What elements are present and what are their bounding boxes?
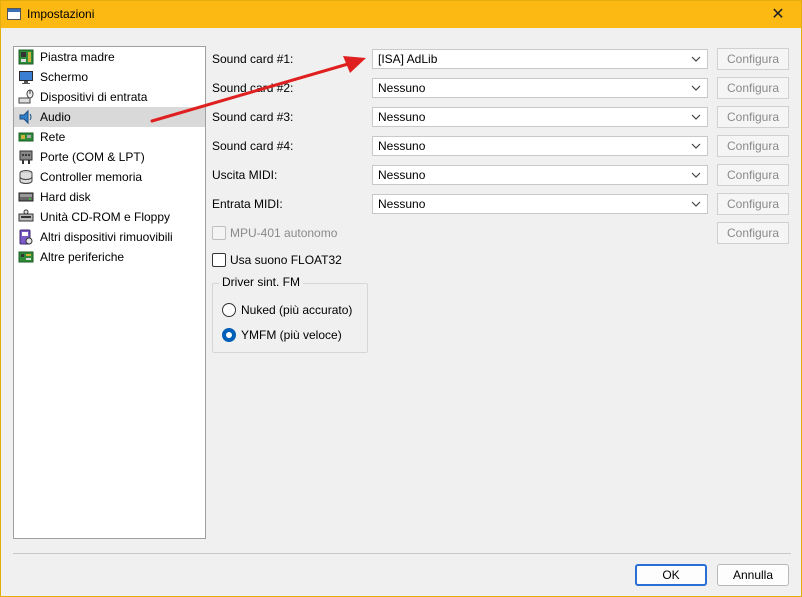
window-app-icon <box>7 8 21 20</box>
sound-card-2-value: Nessuno <box>378 81 426 95</box>
sound-card-3-value: Nessuno <box>378 110 426 124</box>
storage-controller-icon <box>18 169 34 185</box>
title-bar[interactable]: Impostazioni ✕ <box>1 1 801 28</box>
sound-card-4-configure-button[interactable]: Configura <box>717 135 789 157</box>
float32-label: Usa suono FLOAT32 <box>230 253 342 267</box>
ok-button[interactable]: OK <box>635 564 707 586</box>
fm-driver-group <box>212 283 368 353</box>
midi-in-label: Entrata MIDI: <box>212 197 283 211</box>
other-peripherals-icon <box>18 249 34 265</box>
fm-driver-nuked-radio[interactable] <box>222 303 236 317</box>
sidebar-item-hard-disk[interactable]: Hard disk <box>14 187 205 207</box>
settings-category-tree[interactable]: Piastra madre Schermo Dispositivi di ent… <box>13 46 206 539</box>
mpu401-label: MPU-401 autonomo <box>230 226 338 240</box>
midi-in-select[interactable]: Nessuno <box>372 194 708 214</box>
sound-card-3-label: Sound card #3: <box>212 110 294 124</box>
sidebar-item-altre-periferiche[interactable]: Altre periferiche <box>14 247 205 267</box>
sidebar-item-dispositivi-di-entrata[interactable]: Dispositivi di entrata <box>14 87 205 107</box>
midi-out-configure-button[interactable]: Configura <box>717 164 789 186</box>
midi-out-select[interactable]: Nessuno <box>372 165 708 185</box>
fm-driver-ymfm-label: YMFM (più veloce) <box>241 328 342 342</box>
sidebar-item-label: Altre periferiche <box>40 250 125 264</box>
sidebar-item-piastra-madre[interactable]: Piastra madre <box>14 47 205 67</box>
display-icon <box>18 69 34 85</box>
sidebar-item-rete[interactable]: Rete <box>14 127 205 147</box>
sidebar-item-schermo[interactable]: Schermo <box>14 67 205 87</box>
sidebar-item-label: Schermo <box>40 70 89 84</box>
cancel-button[interactable]: Annulla <box>717 564 789 586</box>
chevron-down-icon <box>691 201 701 207</box>
chevron-down-icon <box>691 85 701 91</box>
cdrom-floppy-icon <box>18 209 34 225</box>
sidebar-item-audio[interactable]: Audio <box>14 107 205 127</box>
sidebar-item-altri-dispositivi-rimuovibili[interactable]: Altri dispositivi rimuovibili <box>14 227 205 247</box>
midi-out-value: Nessuno <box>378 168 426 182</box>
fm-driver-nuked-label: Nuked (più accurato) <box>241 303 353 317</box>
fm-driver-ymfm-radio[interactable] <box>222 328 236 342</box>
sidebar-item-label: Unità CD-ROM e Floppy <box>40 210 171 224</box>
sidebar-item-porte[interactable]: Porte (COM & LPT) <box>14 147 205 167</box>
footer-divider <box>13 553 791 554</box>
motherboard-icon <box>18 49 34 65</box>
sound-card-4-label: Sound card #4: <box>212 139 294 153</box>
sidebar-item-label: Hard disk <box>40 190 91 204</box>
sound-card-2-configure-button[interactable]: Configura <box>717 77 789 99</box>
float32-checkbox[interactable] <box>212 253 226 267</box>
sidebar-item-cdrom-floppy[interactable]: Unità CD-ROM e Floppy <box>14 207 205 227</box>
chevron-down-icon <box>691 56 701 62</box>
sidebar-item-label: Dispositivi di entrata <box>40 90 148 104</box>
input-devices-icon <box>18 89 34 105</box>
close-icon[interactable]: ✕ <box>755 1 801 28</box>
midi-in-configure-button[interactable]: Configura <box>717 193 789 215</box>
removable-devices-icon <box>18 229 34 245</box>
window-title: Impostazioni <box>27 7 95 21</box>
sound-card-1-label: Sound card #1: <box>212 52 294 66</box>
sound-card-2-label: Sound card #2: <box>212 81 294 95</box>
sidebar-item-label: Rete <box>40 130 66 144</box>
sound-card-4-select[interactable]: Nessuno <box>372 136 708 156</box>
sidebar-item-label: Porte (COM & LPT) <box>40 150 145 164</box>
midi-out-label: Uscita MIDI: <box>212 168 278 182</box>
chevron-down-icon <box>691 172 701 178</box>
fm-driver-group-title: Driver sint. FM <box>219 275 303 289</box>
mpu401-configure-button[interactable]: Configura <box>717 222 789 244</box>
sidebar-item-label: Piastra madre <box>40 50 115 64</box>
sound-card-1-value: [ISA] AdLib <box>378 52 438 66</box>
speaker-icon <box>18 109 34 125</box>
sidebar-item-label: Audio <box>40 110 71 124</box>
sidebar-item-controller-memoria[interactable]: Controller memoria <box>14 167 205 187</box>
sound-card-3-select[interactable]: Nessuno <box>372 107 708 127</box>
sound-card-3-configure-button[interactable]: Configura <box>717 106 789 128</box>
sidebar-item-label: Controller memoria <box>40 170 143 184</box>
sound-card-4-value: Nessuno <box>378 139 426 153</box>
midi-in-value: Nessuno <box>378 197 426 211</box>
hard-disk-icon <box>18 189 34 205</box>
settings-window: Impostazioni ✕ Piastra madre Schermo Dis… <box>0 0 802 597</box>
sound-card-2-select[interactable]: Nessuno <box>372 78 708 98</box>
network-icon <box>18 129 34 145</box>
ports-icon <box>18 149 34 165</box>
sidebar-item-label: Altri dispositivi rimuovibili <box>40 230 173 244</box>
sound-card-1-configure-button[interactable]: Configura <box>717 48 789 70</box>
mpu401-checkbox[interactable] <box>212 226 226 240</box>
chevron-down-icon <box>691 114 701 120</box>
sound-card-1-select[interactable]: [ISA] AdLib <box>372 49 708 69</box>
chevron-down-icon <box>691 143 701 149</box>
